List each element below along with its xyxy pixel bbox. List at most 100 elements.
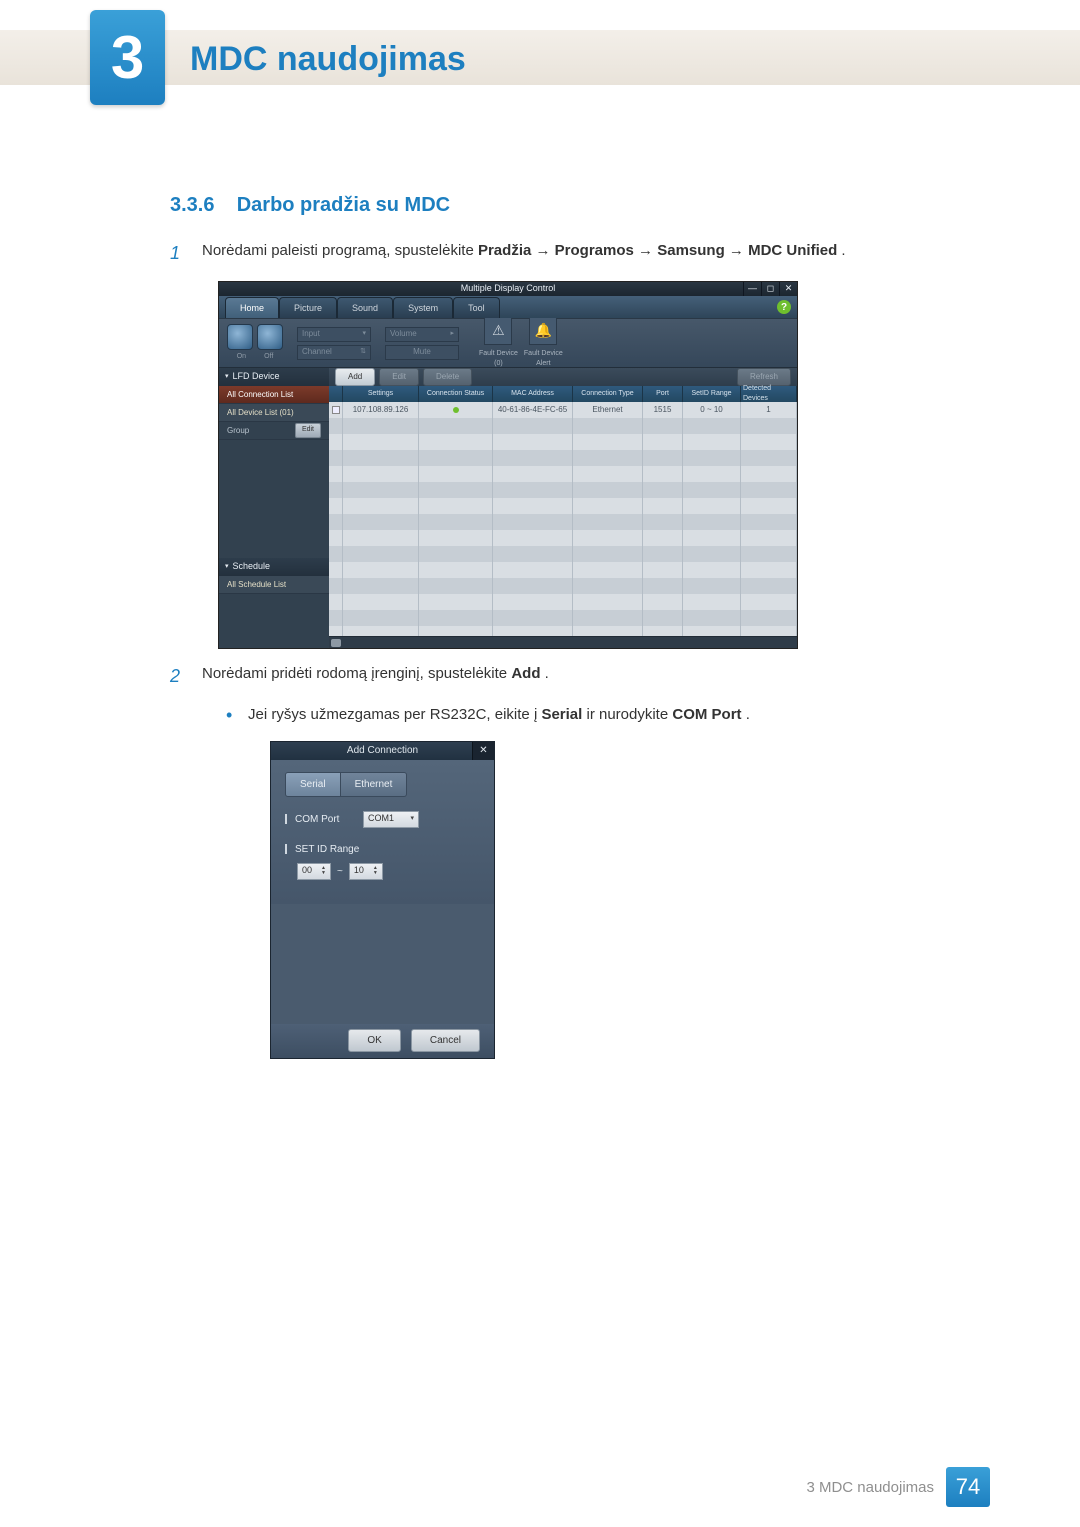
scrollbar-thumb[interactable] <box>331 639 341 647</box>
table-row <box>329 578 797 594</box>
range-to-value: 10 <box>354 864 364 878</box>
sidebar-all-schedule-list[interactable]: All Schedule List <box>219 576 329 594</box>
tab-system[interactable]: System <box>393 297 453 319</box>
mdc-body: ▾LFD Device All Connection List All Devi… <box>219 368 797 648</box>
com-port-row: COM Port COM1 ▾ <box>285 811 480 828</box>
field-marker <box>285 844 287 854</box>
label-mute: Mute <box>413 346 431 358</box>
sidebar-all-connection-list[interactable]: All Connection List <box>219 386 329 404</box>
dialog-titlebar: Add Connection ✕ <box>271 742 494 760</box>
edit-button[interactable]: Edit <box>379 368 419 386</box>
bullet-text: Jei ryšys užmezgamas per RS232C, eikite … <box>248 704 750 727</box>
ok-button[interactable]: OK <box>348 1029 400 1052</box>
cell-conn-type: Ethernet <box>573 402 643 418</box>
step-number: 1 <box>170 240 188 267</box>
power-on-button[interactable] <box>227 324 253 350</box>
table-row <box>329 530 797 546</box>
device-table-body: 107.108.89.126 40-61-86-4E-FC-65 Etherne… <box>329 402 797 636</box>
tab-sound[interactable]: Sound <box>337 297 393 319</box>
step-number: 2 <box>170 663 188 690</box>
table-row <box>329 626 797 636</box>
tab-picture[interactable]: Picture <box>279 297 337 319</box>
label-volume: Volume <box>390 328 417 340</box>
sidebar-spacer <box>219 594 329 648</box>
field-marker <box>285 814 287 824</box>
arrow: → <box>536 242 555 259</box>
table-row <box>329 466 797 482</box>
bullet-icon: • <box>226 706 236 724</box>
cancel-button[interactable]: Cancel <box>411 1029 480 1052</box>
section-heading: 3.3.6 Darbo pradžia su MDC <box>170 190 990 220</box>
horizontal-scrollbar[interactable] <box>329 636 797 648</box>
label-channel: Channel <box>302 346 332 358</box>
table-row[interactable]: 107.108.89.126 40-61-86-4E-FC-65 Etherne… <box>329 402 797 418</box>
tab-serial[interactable]: Serial <box>285 772 341 797</box>
com-port-select[interactable]: COM1 ▾ <box>363 811 419 828</box>
dialog-spacer <box>271 904 494 1024</box>
dialog-footer: OK Cancel <box>271 1024 494 1058</box>
cell-detected: 1 <box>741 402 797 418</box>
chevron-down-icon: ▾ <box>410 814 414 825</box>
range-from-stepper[interactable]: 00 ▲▼ <box>297 863 331 880</box>
action-bar: Add Edit Delete Refresh <box>329 368 797 386</box>
mute-button[interactable]: Mute <box>385 345 459 360</box>
delete-button[interactable]: Delete <box>423 368 472 386</box>
col-mac-address: MAC Address <box>493 386 573 402</box>
fault-alert-icon[interactable]: 🔔 <box>529 317 557 345</box>
mdc-main-window: Multiple Display Control — ◻ ✕ Home Pict… <box>218 281 798 649</box>
mdc-titlebar: Multiple Display Control — ◻ ✕ <box>219 282 797 296</box>
chapter-number: 3 <box>111 23 144 92</box>
page-number-badge: 74 <box>946 1467 990 1507</box>
help-icon[interactable]: ? <box>777 300 791 314</box>
mdc-menu-tabs: Home Picture Sound System Tool ? <box>219 296 797 318</box>
mdc-main-panel: Add Edit Delete Refresh Settings Connect… <box>329 368 797 648</box>
col-setid-range: SetID Range <box>683 386 741 402</box>
tab-home[interactable]: Home <box>225 297 279 319</box>
t: . <box>545 665 549 682</box>
kw-serial: Serial <box>541 706 582 723</box>
sidebar-header-lfd[interactable]: ▾LFD Device <box>219 368 329 386</box>
volume-field[interactable]: Volume▸ <box>385 327 459 342</box>
section-number: 3.3.6 <box>170 194 214 216</box>
chapter-badge: 3 <box>90 10 165 105</box>
kw-com-port: COM Port <box>672 706 741 723</box>
dialog-close-button[interactable]: ✕ <box>472 742 494 760</box>
table-row <box>329 434 797 450</box>
fault-device-icon[interactable]: ⚠ <box>484 317 512 345</box>
table-row <box>329 482 797 498</box>
arrow: → <box>638 242 657 259</box>
kw-samsung: Samsung <box>657 242 725 259</box>
sidebar-group[interactable]: Group Edit <box>219 422 329 440</box>
maximize-button[interactable]: ◻ <box>761 282 779 296</box>
sidebar-all-device-list[interactable]: All Device List (01) <box>219 404 329 422</box>
sidebar-header-schedule[interactable]: ▾Schedule <box>219 558 329 576</box>
channel-select[interactable]: Channel⇅ <box>297 345 371 360</box>
minimize-button[interactable]: — <box>743 282 761 296</box>
col-port: Port <box>643 386 683 402</box>
table-row <box>329 546 797 562</box>
table-row <box>329 610 797 626</box>
range-to-stepper[interactable]: 10 ▲▼ <box>349 863 383 880</box>
col-settings: Settings <box>343 386 419 402</box>
footer-text: 3 MDC naudojimas <box>806 1479 934 1496</box>
table-row <box>329 562 797 578</box>
com-port-label: COM Port <box>295 812 355 827</box>
sidebar-spacer <box>219 440 329 558</box>
set-id-range-label: SET ID Range <box>295 842 359 857</box>
dialog-tabs: Serial Ethernet <box>285 772 480 797</box>
power-off-button[interactable] <box>257 324 283 350</box>
set-id-range-row: 00 ▲▼ ~ 10 ▲▼ <box>297 863 480 880</box>
close-button[interactable]: ✕ <box>779 282 797 296</box>
kw-start: Pradžia <box>478 242 531 259</box>
input-select[interactable]: Input▾ <box>297 327 371 342</box>
t: Jei ryšys užmezgamas per RS232C, eikite … <box>248 706 541 723</box>
cell-settings: 107.108.89.126 <box>343 402 419 418</box>
device-table-header: Settings Connection Status MAC Address C… <box>329 386 797 402</box>
tab-ethernet[interactable]: Ethernet <box>341 772 408 797</box>
row-checkbox[interactable] <box>332 406 340 414</box>
page-content: 3.3.6 Darbo pradžia su MDC 1 Norėdami pa… <box>170 190 990 1059</box>
group-edit-button[interactable]: Edit <box>295 423 321 438</box>
tab-tool[interactable]: Tool <box>453 297 500 319</box>
add-button[interactable]: Add <box>335 368 375 386</box>
t: ir nurodykite <box>586 706 672 723</box>
